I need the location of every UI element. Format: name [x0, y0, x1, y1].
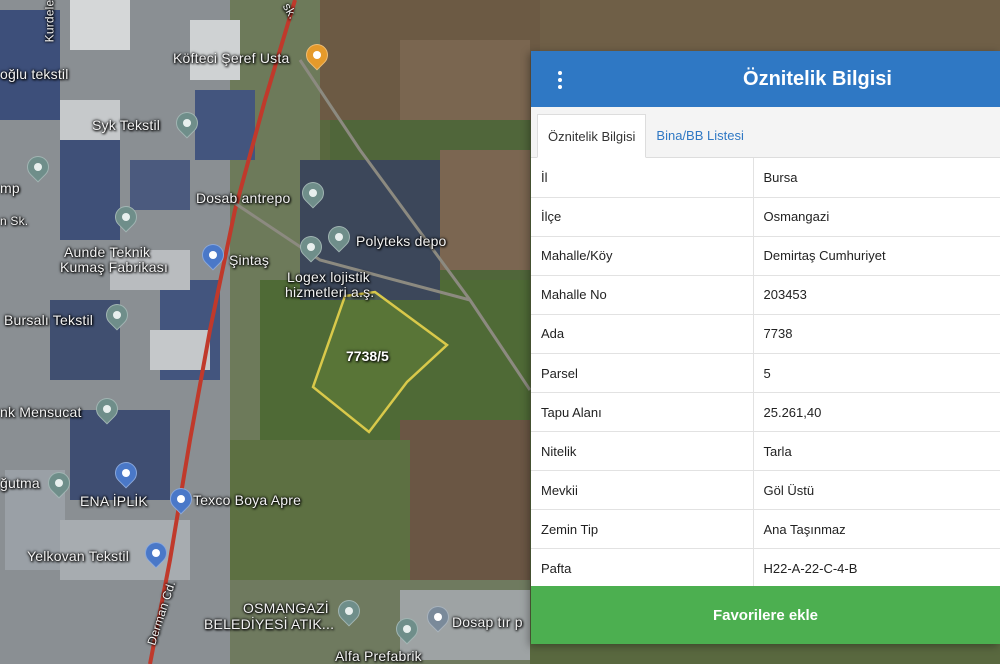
row-key: Ada — [531, 314, 754, 354]
place-pin-icon[interactable] — [171, 107, 203, 140]
parcel-label[interactable]: 7738/5 — [346, 348, 389, 364]
row-value: 5 — [753, 353, 1000, 394]
panel-title: Öznitelik Bilgisi — [743, 67, 892, 90]
more-vertical-icon[interactable] — [553, 69, 567, 91]
table-row: İl Bursa — [531, 158, 1000, 198]
map-label-osmangazi-2[interactable]: BELEDİYESİ ATIK... — [204, 616, 334, 632]
map-label-osmangazi-1[interactable]: OSMANGAZİ — [243, 600, 329, 616]
row-value: Göl Üstü — [753, 470, 1000, 511]
table-row: Mahalle/Köy Demirtaş Cumhuriyet — [531, 236, 1000, 276]
map-label-kurdele: Kurdele — [42, 0, 57, 43]
attribute-panel: Öznitelik Bilgisi Öznitelik Bilgisi Bina… — [531, 51, 1000, 644]
table-row: Zemin Tip Ana Taşınmaz — [531, 509, 1000, 550]
map-label-orgutme[interactable]: ğutma — [0, 475, 40, 491]
tab-attribute-info[interactable]: Öznitelik Bilgisi — [537, 114, 647, 158]
place-pin-icon[interactable] — [297, 177, 329, 210]
table-row: Mahalle No 203453 — [531, 275, 1000, 315]
map-label-aunde-1[interactable]: Aunde Teknik — [64, 244, 150, 260]
panel-header: Öznitelik Bilgisi — [531, 51, 1000, 107]
place-pin-icon[interactable] — [391, 613, 423, 646]
map-label-amp: mp — [0, 180, 20, 196]
map-label-n-sk: n Sk. — [0, 214, 29, 228]
map-label-oglu-tekstil[interactable]: oğlu tekstil — [0, 66, 69, 82]
shop-pin-icon[interactable] — [197, 239, 229, 272]
restaurant-pin-icon[interactable] — [301, 39, 333, 72]
place-pin-icon[interactable] — [101, 299, 133, 332]
map-label-bursali-tekstil[interactable]: Bursalı Tekstil — [4, 312, 93, 328]
row-key: Pafta — [531, 548, 754, 589]
row-key: Mahalle/Köy — [531, 236, 754, 276]
table-row: Pafta H22-A-22-C-4-B — [531, 548, 1000, 589]
row-key: Mevkii — [531, 470, 754, 511]
map-label-polyteks-depo[interactable]: Polyteks depo — [356, 233, 447, 249]
shop-pin-icon[interactable] — [110, 457, 142, 490]
table-row: Mevkii Göl Üstü — [531, 470, 1000, 511]
place-pin-icon[interactable] — [295, 231, 327, 264]
map-label-alfa[interactable]: Alfa Prefabrik — [335, 648, 422, 664]
map-label-syk-tekstil[interactable]: Syk Tekstil — [92, 117, 160, 133]
place-pin-icon[interactable] — [333, 595, 365, 628]
map-label-dosab-antrepo[interactable]: Dosab antrepo — [196, 190, 290, 206]
map-label-logex-1[interactable]: Logex lojistik — [287, 269, 370, 285]
add-to-favorites-button[interactable]: Favorilere ekle — [531, 586, 1000, 644]
parking-pin-icon[interactable] — [422, 601, 454, 634]
row-key: İl — [531, 158, 754, 198]
table-row: Tapu Alanı 25.261,40 — [531, 392, 1000, 433]
map-label-kofteci[interactable]: Köfteci Şeref Usta — [173, 50, 289, 66]
shop-pin-icon[interactable] — [140, 537, 172, 570]
panel-tabs: Öznitelik Bilgisi Bina/BB Listesi — [531, 107, 1000, 158]
row-key: İlçe — [531, 197, 754, 237]
place-pin-icon[interactable] — [323, 221, 355, 254]
place-pin-icon[interactable] — [22, 151, 54, 184]
place-pin-icon[interactable] — [110, 201, 142, 234]
tab-building-list[interactable]: Bina/BB Listesi — [646, 113, 753, 157]
row-key: Tapu Alanı — [531, 392, 754, 433]
map-label-logex-2[interactable]: hizmetleri a.ş. — [285, 284, 374, 300]
row-value: 7738 — [753, 314, 1000, 354]
row-key: Parsel — [531, 353, 754, 394]
map-label-yelkovan[interactable]: Yelkovan Tekstil — [27, 548, 129, 564]
map-label-aunde-2[interactable]: Kumaş Fabrikası — [60, 259, 168, 275]
map-label-ena-iplik[interactable]: ENA İPLİK — [80, 493, 148, 509]
place-pin-icon[interactable] — [91, 393, 123, 426]
row-value: 25.261,40 — [753, 392, 1000, 433]
row-key: Mahalle No — [531, 275, 754, 315]
row-value: Ana Taşınmaz — [753, 509, 1000, 550]
table-row: Ada 7738 — [531, 314, 1000, 354]
row-value: H22-A-22-C-4-B — [753, 548, 1000, 589]
place-pin-icon[interactable] — [43, 467, 75, 500]
row-key: Nitelik — [531, 431, 754, 472]
table-row: İlçe Osmangazi — [531, 197, 1000, 237]
map-label-mensucat[interactable]: nk Mensucat — [0, 404, 82, 420]
shop-pin-icon[interactable] — [165, 483, 197, 516]
table-row: Nitelik Tarla — [531, 431, 1000, 472]
row-value: 203453 — [753, 275, 1000, 315]
table-row: Parsel 5 — [531, 353, 1000, 394]
row-key: Zemin Tip — [531, 509, 754, 550]
map-label-dosap-tir[interactable]: Dosap tır p — [452, 614, 523, 630]
map-label-texco[interactable]: Texco Boya Apre — [193, 492, 301, 508]
row-value: Bursa — [753, 158, 1000, 198]
row-value: Osmangazi — [753, 197, 1000, 237]
map-label-sintas[interactable]: Şintaş — [229, 252, 269, 268]
attribute-table: İl Bursa İlçe Osmangazi Mahalle/Köy Demirta… — [531, 158, 1000, 589]
row-value: Demirtaş Cumhuriyet — [753, 236, 1000, 276]
row-value: Tarla — [753, 431, 1000, 472]
